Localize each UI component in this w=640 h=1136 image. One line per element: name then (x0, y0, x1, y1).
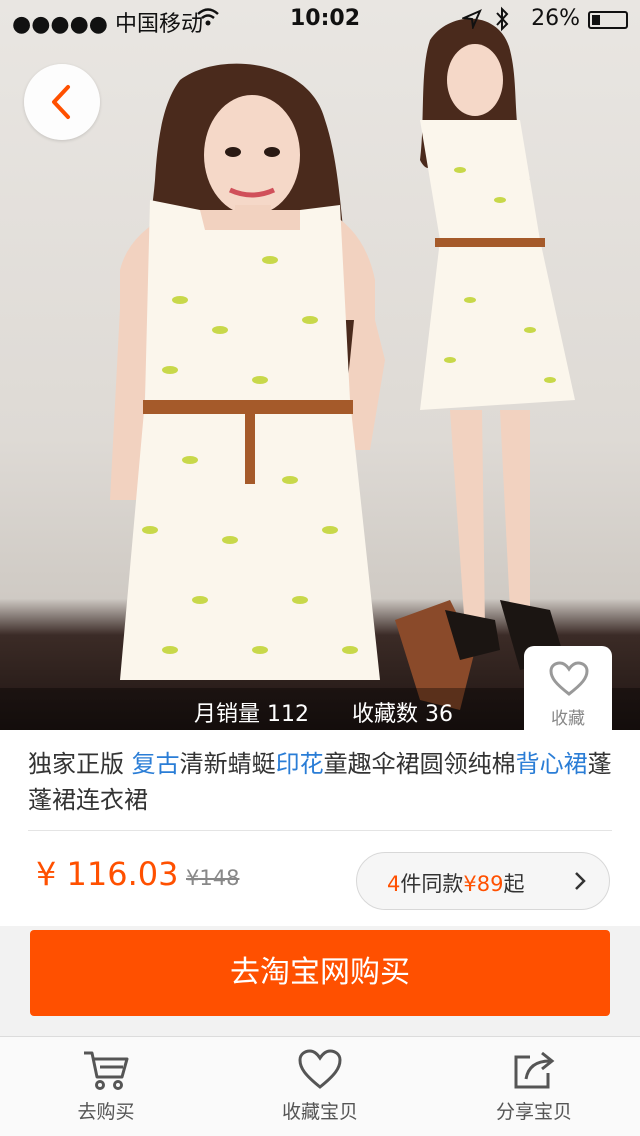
title-keyword-link[interactable]: 背心裙 (516, 750, 588, 778)
bottom-tab-bar: 去购买 收藏宝贝 分享宝贝 (0, 1036, 640, 1136)
chevron-left-icon (52, 85, 70, 119)
favorites-count: 收藏数 36 (352, 702, 453, 727)
favorite-button[interactable]: 收藏 (524, 646, 612, 730)
battery-icon (588, 11, 628, 29)
clock: 10:02 (290, 6, 361, 31)
product-info: 独家正版 复古清新蜻蜓印花童趣伞裙圆领纯棉背心裙蓬蓬裙连衣裙 ¥ 116.03 … (0, 730, 640, 926)
tab-label: 去购买 (77, 1101, 135, 1123)
divider (28, 830, 612, 831)
tab-label: 收藏宝贝 (281, 1101, 358, 1123)
model-front-figure (110, 63, 385, 680)
same-style-text: 4件同款¥89起 (387, 872, 525, 896)
title-keyword-link[interactable]: 复古 (132, 750, 180, 778)
cart-icon (84, 1051, 129, 1090)
status-bar: ●●●●● 中国移动 10:02 26% (0, 0, 640, 40)
heart-icon (298, 1049, 342, 1089)
model-back-figure (395, 18, 575, 710)
current-price: ¥ 116.03 (36, 855, 179, 893)
tab-label: 分享宝贝 (495, 1101, 572, 1123)
title-segment: 独家正版 (28, 750, 132, 778)
tab-buy[interactable]: 去购买 (16, 1037, 196, 1136)
chevron-right-icon (575, 872, 586, 890)
original-price: ¥148 (186, 866, 240, 890)
location-icon (460, 9, 482, 35)
share-icon (514, 1051, 555, 1089)
carrier-signal: ●●●●● 中国移动 (12, 12, 203, 37)
title-segment: 清新蜻蜓 (179, 750, 276, 778)
same-style-button[interactable]: 4件同款¥89起 (356, 852, 610, 910)
buy-on-taobao-button[interactable]: 去淘宝网购买 (30, 930, 610, 1016)
monthly-sales: 月销量 112 (194, 702, 309, 727)
product-title: 独家正版 复古清新蜻蜓印花童趣伞裙圆领纯棉背心裙蓬蓬裙连衣裙 (28, 746, 618, 818)
favorite-label: 收藏 (551, 709, 585, 729)
title-segment: 童趣伞裙圆领纯棉 (323, 750, 516, 778)
wifi-icon (196, 6, 220, 34)
title-keyword-link[interactable]: 印花 (276, 750, 324, 778)
tab-favorite[interactable]: 收藏宝贝 (230, 1037, 410, 1136)
back-button[interactable] (24, 64, 100, 140)
bluetooth-icon (494, 6, 510, 38)
heart-icon (549, 661, 589, 696)
battery-percent: 26% (531, 6, 580, 31)
tab-share[interactable]: 分享宝贝 (444, 1037, 624, 1136)
